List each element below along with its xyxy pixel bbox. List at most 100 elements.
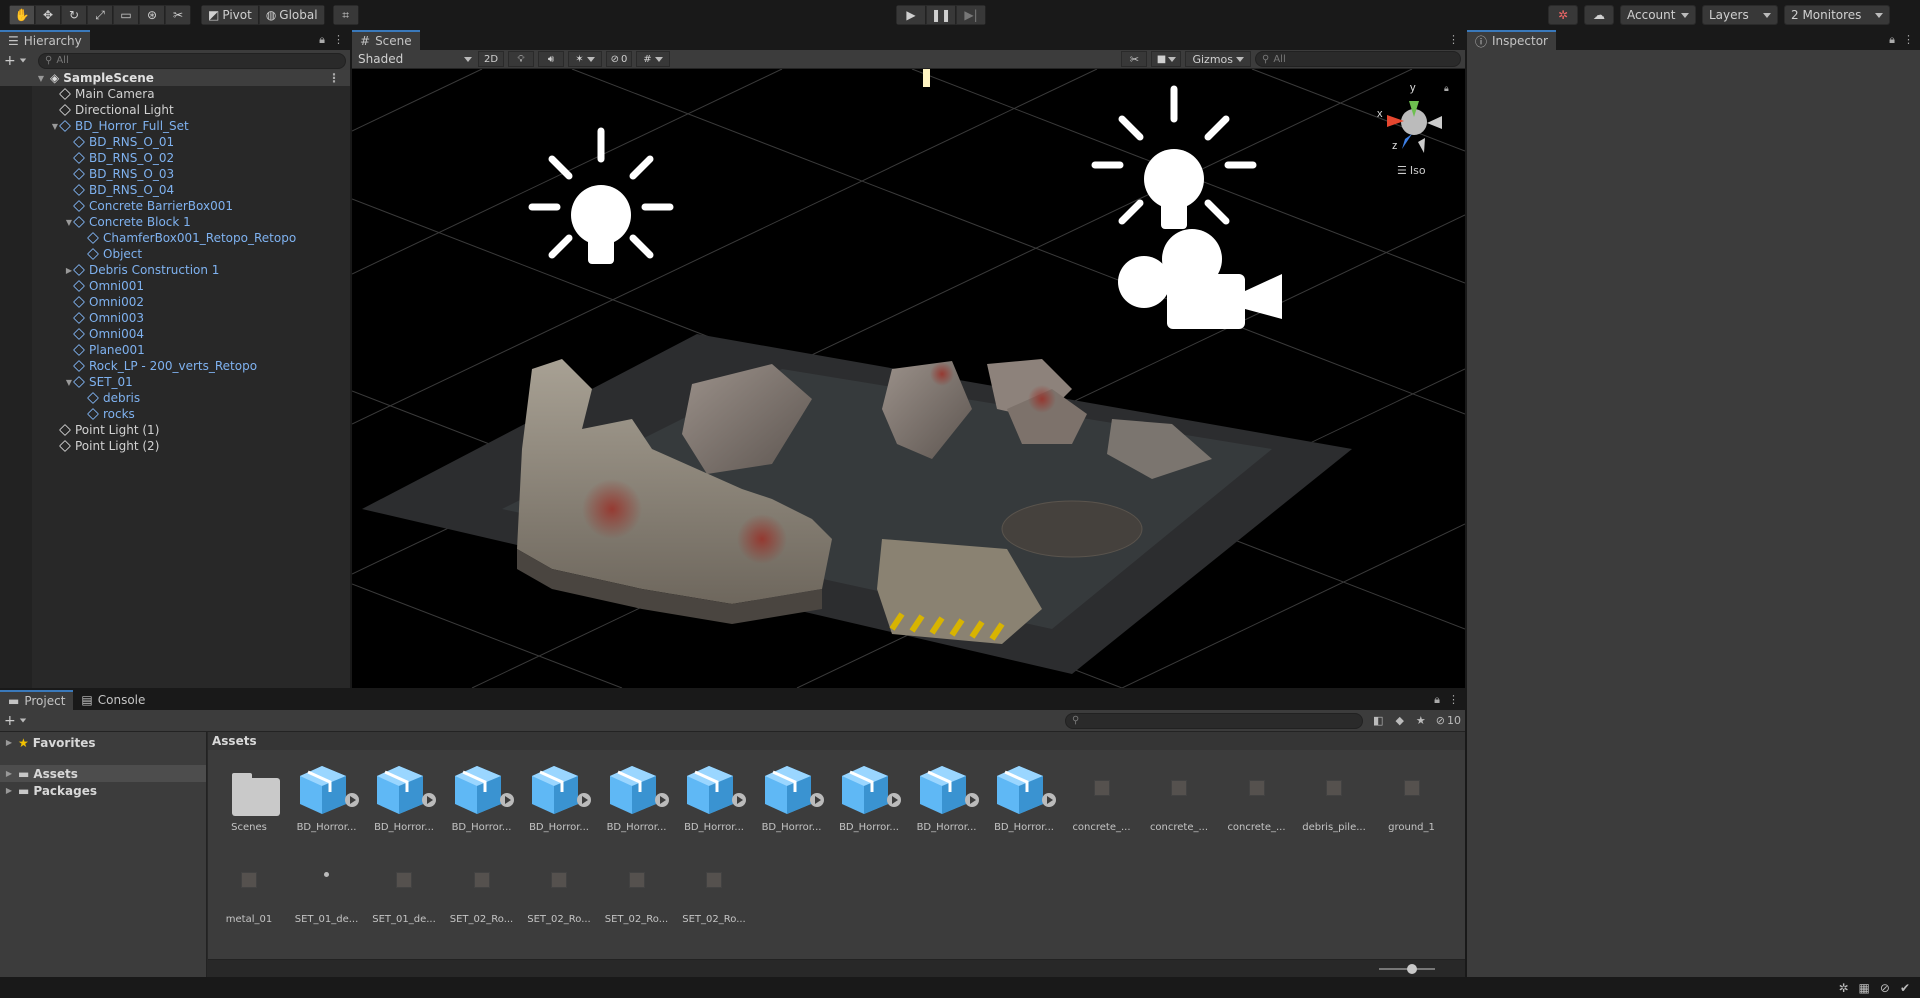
hierarchy-item[interactable]: Point Light (1) (0, 422, 350, 438)
grid-snap-button[interactable]: ⌗ (332, 5, 359, 25)
hierarchy-item[interactable]: ▼ SET_01 (0, 374, 350, 390)
kebab-menu-icon[interactable]: ⋮ (333, 33, 344, 47)
filter-type-icon[interactable]: ◧ (1373, 714, 1383, 727)
tab-inspector[interactable]: ⓘ Inspector (1467, 30, 1556, 50)
hierarchy-item[interactable]: Point Light (2) (0, 438, 350, 454)
hierarchy-item[interactable]: ▼ Concrete Block 1 (0, 214, 350, 230)
services-button[interactable]: ✲ (1548, 5, 1578, 25)
kebab-menu-icon[interactable]: ⋮ (1448, 693, 1459, 707)
2d-toggle[interactable]: 2D (478, 51, 504, 67)
hierarchy-item[interactable]: Directional Light (0, 102, 350, 118)
hierarchy-search-input[interactable]: ⚲ All (38, 52, 346, 69)
expand-arrow-icon[interactable]: ▶ (4, 786, 14, 795)
asset-tile[interactable]: concrete_... (1224, 758, 1290, 838)
asset-tile[interactable]: concrete_... (1069, 758, 1135, 838)
asset-tile[interactable]: concrete_... (1146, 758, 1212, 838)
hierarchy-item[interactable]: Omni002 (0, 294, 350, 310)
hierarchy-item[interactable]: debris (0, 390, 350, 406)
camera-dropdown[interactable]: ■ (1151, 51, 1182, 67)
grid-dropdown[interactable]: # (636, 51, 670, 67)
asset-tile[interactable]: SET_02_Ro... (449, 850, 515, 930)
asset-tile[interactable]: BD_Horror... (294, 758, 360, 838)
pivot-toggle[interactable]: ◩ Pivot (201, 5, 259, 25)
hand-tool-button[interactable]: ✋ (9, 5, 35, 25)
asset-tile[interactable]: BD_Horror... (836, 758, 902, 838)
orientation-gizmo[interactable]: y x z 🔒︎ (1377, 82, 1449, 153)
tools-button[interactable]: ✂ (1121, 51, 1148, 67)
hierarchy-item[interactable]: BD_RNS_O_04 (0, 182, 350, 198)
hierarchy-item[interactable]: Concrete BarrierBox001 (0, 198, 350, 214)
hierarchy-item[interactable]: ChamferBox001_Retopo_Retopo (0, 230, 350, 246)
lighting-toggle[interactable]: 💡︎ (508, 51, 534, 67)
asset-tile[interactable]: ground_1 (1379, 758, 1445, 838)
gizmo-lock-icon[interactable]: 🔒︎ (1444, 84, 1449, 94)
tab-scene[interactable]: # Scene (352, 30, 420, 50)
tab-console[interactable]: ▤ Console (73, 690, 154, 710)
hierarchy-item[interactable]: Omni004 (0, 326, 350, 342)
projection-toggle[interactable]: ☰ Iso (1397, 164, 1426, 177)
asset-tile[interactable]: BD_Horror... (449, 758, 515, 838)
favorite-star-icon[interactable]: ★ (1416, 714, 1426, 727)
move-tool-button[interactable]: ✥ (35, 5, 61, 25)
hidden-objects-toggle[interactable]: ⊘ 0 (606, 51, 632, 67)
asset-tile[interactable]: SET_02_Ro... (681, 850, 747, 930)
expand-arrow-icon[interactable]: ▶ (4, 769, 14, 778)
hierarchy-item[interactable]: Main Camera (0, 86, 350, 102)
zoom-slider-handle[interactable] (1407, 964, 1417, 974)
asset-tile[interactable]: BD_Horror... (914, 758, 980, 838)
audio-toggle[interactable]: 🔊︎ (538, 51, 564, 67)
asset-tile[interactable]: BD_Horror... (759, 758, 825, 838)
hierarchy-item[interactable]: BD_RNS_O_03 (0, 166, 350, 182)
asset-tile[interactable]: SET_02_Ro... (604, 850, 670, 930)
asset-tile[interactable]: SET_02_Ro... (526, 850, 592, 930)
breadcrumb-assets[interactable]: Assets (212, 734, 257, 748)
lock-icon[interactable]: 🔒︎ (1434, 693, 1440, 707)
auto-generate-lighting-icon[interactable]: ⊘ (1880, 981, 1890, 995)
label-tag-icon[interactable]: ◆ (1395, 714, 1403, 727)
kebab-menu-icon[interactable]: ⋮ (1448, 33, 1459, 46)
tab-hierarchy[interactable]: ☰ Hierarchy (0, 30, 90, 50)
hierarchy-item[interactable]: BD_RNS_O_02 (0, 150, 350, 166)
asset-tile[interactable]: BD_Horror... (681, 758, 747, 838)
scene-search-input[interactable]: ⚲ All (1255, 51, 1461, 67)
custom-tool-button[interactable]: ✂ (165, 5, 191, 25)
hierarchy-item[interactable]: Plane001 (0, 342, 350, 358)
create-asset-button[interactable]: + (4, 713, 34, 729)
effects-dropdown[interactable]: ✶ (568, 51, 602, 67)
hierarchy-item[interactable]: ▼ BD_Horror_Full_Set (0, 118, 350, 134)
asset-tile[interactable]: BD_Horror... (991, 758, 1057, 838)
asset-tile[interactable]: BD_Horror... (371, 758, 437, 838)
scene-viewport[interactable]: y x z 🔒︎ ☰ Iso (352, 69, 1465, 688)
progress-check-icon[interactable]: ✔ (1900, 981, 1910, 995)
hidden-packages-toggle[interactable]: ⊘ 10 (1436, 714, 1461, 727)
scene-row[interactable]: ▼ ◈ SampleScene ⋮ (0, 70, 350, 86)
layout-dropdown[interactable]: 2 Monitores (1784, 5, 1890, 25)
asset-tile[interactable]: metal_01 (216, 850, 282, 930)
hierarchy-item[interactable]: ▶ Debris Construction 1 (0, 262, 350, 278)
tab-project[interactable]: ▬ Project (0, 690, 74, 710)
debug-mode-icon[interactable]: ✲ (1838, 981, 1848, 995)
asset-tile[interactable]: Scenes (216, 758, 282, 838)
scale-tool-button[interactable]: ⤢ (87, 5, 113, 25)
global-toggle[interactable]: ◍ Global (258, 5, 325, 25)
asset-tile[interactable]: BD_Horror... (526, 758, 592, 838)
hierarchy-item[interactable]: Rock_LP - 200_verts_Retopo (0, 358, 350, 374)
project-tree-item[interactable]: ▶ ▬ Packages (0, 782, 206, 799)
step-button[interactable]: ▶| (956, 5, 986, 25)
hierarchy-item[interactable]: rocks (0, 406, 350, 422)
rect-tool-button[interactable]: ▭ (113, 5, 139, 25)
zoom-slider[interactable] (1379, 964, 1435, 974)
gizmos-dropdown[interactable]: Gizmos (1185, 51, 1251, 67)
project-tree-item[interactable]: ▶ ★ Favorites (0, 734, 206, 751)
project-search-input[interactable]: ⚲ (1065, 712, 1364, 729)
project-tree-item[interactable]: ▶ ▬ Assets (0, 765, 206, 782)
asset-tile[interactable]: BD_Horror... (604, 758, 670, 838)
layers-dropdown[interactable]: Layers (1702, 5, 1778, 25)
play-button[interactable]: ▶ (896, 5, 926, 25)
pause-button[interactable]: ❚❚ (926, 5, 956, 25)
rotate-tool-button[interactable]: ↻ (61, 5, 87, 25)
create-button[interactable]: + (4, 53, 34, 69)
account-dropdown[interactable]: Account (1620, 5, 1696, 25)
asset-tile[interactable]: SET_01_de... (371, 850, 437, 930)
hierarchy-item[interactable]: Omni003 (0, 310, 350, 326)
